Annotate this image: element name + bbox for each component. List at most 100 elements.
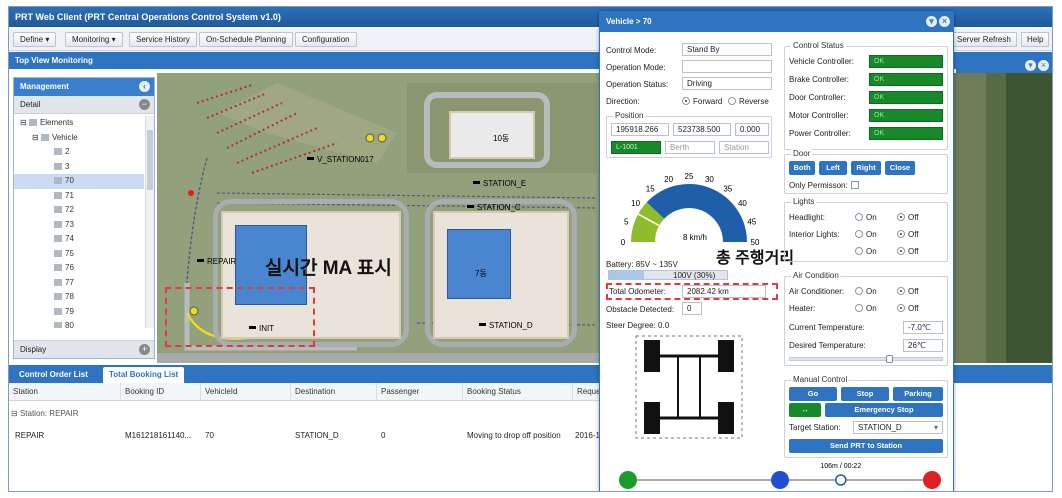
menu-on-schedule-planning[interactable]: On-Schedule Planning	[199, 32, 294, 47]
menu-service-history[interactable]: Service History	[129, 32, 197, 47]
collapse-icon[interactable]: ▾	[926, 16, 937, 27]
minus-icon[interactable]: −	[139, 99, 150, 110]
stop-button[interactable]: Stop	[841, 387, 889, 401]
column-passenger[interactable]: Passenger	[377, 383, 463, 401]
headlight-label: Headlight:	[789, 213, 826, 222]
control-mode-label: Control Mode:	[606, 46, 657, 55]
direction-forward-radio[interactable]: Forward	[682, 97, 722, 106]
column-station[interactable]: Station	[9, 383, 121, 401]
door-close-button[interactable]: Close	[885, 161, 915, 175]
column-booking-id[interactable]: Booking ID	[121, 383, 201, 401]
tree-item-vehicle-72[interactable]: 72	[14, 203, 144, 218]
tree-item-vehicle-75[interactable]: 75	[14, 247, 144, 262]
tree-item-vehicle-79[interactable]: 79	[14, 305, 144, 320]
menu-help[interactable]: Help	[1021, 32, 1050, 47]
position-link: L-1001	[611, 141, 661, 154]
vehicle-icon	[54, 307, 62, 315]
menu-monitoring[interactable]: Monitoring ▾	[65, 32, 123, 47]
route-progress: 106m / 00:220m 153mREPAIR STATION_D	[619, 463, 941, 489]
chevron-down-icon: ▾	[933, 423, 938, 432]
door-both-button[interactable]: Both	[789, 161, 815, 175]
send-prt-button[interactable]: Send PRT to Station	[789, 439, 943, 453]
tree-item-vehicle-3[interactable]: 3	[14, 160, 144, 175]
slider-handle[interactable]	[886, 355, 893, 363]
gauge-tick-label: 25	[685, 172, 694, 181]
position-y: 523738.500	[673, 123, 731, 136]
label-station-d: STATION_D	[479, 321, 533, 330]
heater-off-radio[interactable]: Off	[897, 304, 919, 313]
tree-item-vehicle-74[interactable]: 74	[14, 232, 144, 247]
emergency-stop-button[interactable]: Emergency Stop	[825, 403, 943, 417]
detail-header: Detail −	[14, 96, 154, 114]
tree-item-vehicle-76[interactable]: 76	[14, 261, 144, 276]
interior-on-radio[interactable]: On	[855, 230, 877, 239]
target-station-select[interactable]: STATION_D ▾	[853, 421, 943, 434]
menu-configuration[interactable]: Configuration	[295, 32, 357, 47]
swap-direction-button[interactable]: ↔	[789, 403, 821, 417]
direction-reverse-radio[interactable]: Reverse	[728, 97, 769, 106]
tree-item-vehicle-80[interactable]: 80	[14, 319, 144, 328]
light3-off-radio[interactable]: Off	[897, 247, 919, 256]
heater-on-radio[interactable]: On	[855, 304, 877, 313]
plus-icon[interactable]: +	[139, 344, 150, 355]
headlight-off-radio[interactable]: Off	[897, 213, 919, 222]
interior-off-radio[interactable]: Off	[897, 230, 919, 239]
door-left-button[interactable]: Left	[819, 161, 847, 175]
tree-item-vehicle-77[interactable]: 77	[14, 276, 144, 291]
display-title: Display	[20, 345, 47, 354]
ac-on-radio[interactable]: On	[855, 287, 877, 296]
parking-button[interactable]: Parking	[893, 387, 943, 401]
vehicle-controller-label: Vehicle Controller:	[789, 57, 854, 66]
label-repair: REPAIR	[197, 257, 236, 266]
menu-define[interactable]: Define ▾	[13, 32, 57, 47]
label-building-10: 10동	[493, 134, 510, 143]
group-row[interactable]: ⊟ Station: REPAIR	[11, 409, 78, 418]
door-right-button[interactable]: Right	[851, 161, 881, 175]
column-destination[interactable]: Destination	[291, 383, 377, 401]
label-building-7: 7동	[475, 269, 487, 278]
tree-item-elements[interactable]: ⊟ Elements	[14, 116, 144, 131]
collapse-icon[interactable]: ▾	[1025, 60, 1036, 71]
gauge-tick-label: 30	[705, 175, 714, 184]
app-window: PRT Web Client (PRT Central Operations C…	[8, 6, 1053, 492]
detail-title: Detail	[20, 100, 41, 109]
start-marker	[619, 471, 637, 489]
column-vehicle-id[interactable]: VehicleId	[201, 383, 291, 401]
tree-scrollbar[interactable]	[145, 116, 154, 328]
top-view-map[interactable]: 10동 7동 V_STATION017 STATION_E STATION_C …	[157, 73, 603, 363]
light3-on-radio[interactable]: On	[855, 247, 877, 256]
desired-temp-field[interactable]: 26℃	[903, 339, 943, 352]
tab-total-booking-list[interactable]: Total Booking List	[103, 367, 185, 383]
go-button[interactable]: Go	[789, 387, 837, 401]
temperature-slider[interactable]	[789, 355, 943, 363]
gauge-tick-label: 20	[664, 175, 673, 184]
management-header: Management ‹	[14, 78, 154, 96]
vehicle-icon	[54, 235, 62, 242]
position-title: Position	[613, 111, 646, 120]
close-icon[interactable]: ×	[939, 16, 950, 27]
tree-item-vehicle-73[interactable]: 73	[14, 218, 144, 233]
heater-label: Heater:	[789, 304, 816, 313]
vehicle-dialog: Vehicle > 70 ▾ × Control Mode: Stand By …	[599, 11, 954, 491]
vehicle-tree: ⊟ Elements ⊟ Vehicle 2 3 70 71 72 73 74 …	[14, 116, 144, 328]
vehicle-title: Vehicle > 70	[606, 17, 652, 26]
headlight-on-radio[interactable]: On	[855, 213, 877, 222]
menu-server-refresh[interactable]: Server Refresh	[951, 32, 1017, 47]
tree-item-vehicle-2[interactable]: 2	[14, 145, 144, 160]
column-booking-status[interactable]: Booking Status	[463, 383, 573, 401]
control-status-group: Control Status Vehicle Controller: OK Br…	[784, 41, 948, 150]
tree-item-vehicle[interactable]: ⊟ Vehicle	[14, 131, 144, 146]
obstacle-label: Obstacle Detected:	[606, 305, 675, 314]
tree-item-vehicle-78[interactable]: 78	[14, 290, 144, 305]
tree-item-vehicle-71[interactable]: 71	[14, 189, 144, 204]
brake-controller-status: OK	[869, 73, 943, 86]
collapse-icon[interactable]: ‹	[139, 81, 150, 92]
close-icon[interactable]: ×	[1038, 60, 1049, 71]
vehicle-icon	[54, 278, 62, 286]
tree-item-vehicle-70[interactable]: 70	[14, 174, 144, 189]
only-permission-checkbox[interactable]	[851, 181, 859, 189]
display-section[interactable]: Display +	[14, 340, 154, 358]
ac-off-radio[interactable]: Off	[897, 287, 919, 296]
tab-control-order-list[interactable]: Control Order List	[13, 367, 94, 383]
vehicle-icon	[54, 177, 62, 184]
